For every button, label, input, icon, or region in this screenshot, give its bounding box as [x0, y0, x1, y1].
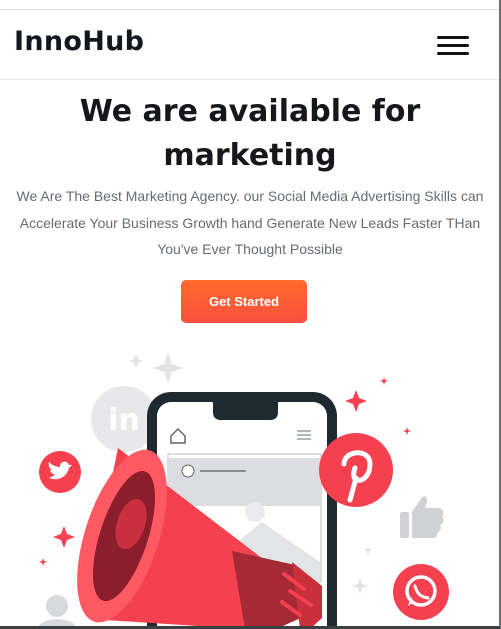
- browser-top-strip: [0, 0, 499, 10]
- thumbs-up-icon: [400, 496, 444, 538]
- twitter-icon: [39, 451, 81, 493]
- brand-logo[interactable]: InnoHub: [14, 26, 144, 57]
- navbar: InnoHub: [0, 10, 499, 80]
- hero-description: We Are The Best Marketing Agency. our So…: [16, 188, 484, 257]
- hero-illustration: in: [39, 353, 449, 626]
- hamburger-menu-icon[interactable]: [437, 36, 469, 56]
- user-icon: [39, 595, 75, 626]
- get-started-button[interactable]: Get Started: [181, 280, 307, 323]
- linkedin-glyph: in: [108, 403, 140, 438]
- pinterest-icon: [319, 433, 393, 507]
- whatsapp-icon: [393, 564, 449, 620]
- hero-title: We are available for marketing: [79, 94, 421, 173]
- page-frame: InnoHub We are available for marketing W…: [0, 0, 501, 629]
